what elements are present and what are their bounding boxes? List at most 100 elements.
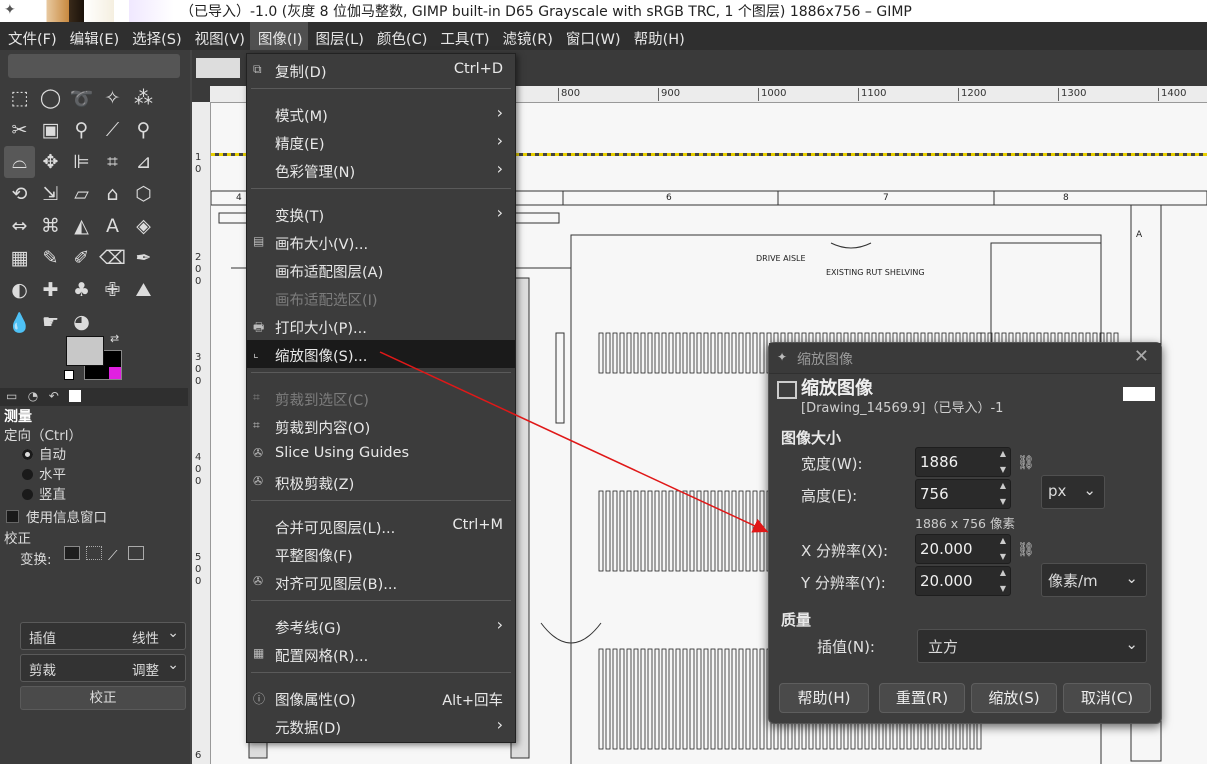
spin-down-icon[interactable]: ▼ (1000, 552, 1006, 561)
undo-history-tab-icon[interactable]: ↶ (49, 389, 59, 403)
transform-mode-icons[interactable]: ⟋ (64, 546, 150, 564)
scissors-icon[interactable]: ✂ (4, 114, 35, 146)
smudge-icon[interactable]: ☛ (35, 306, 66, 338)
menu-edit[interactable]: 编辑(E) (62, 22, 124, 50)
x-resolution-input[interactable]: 20.000 ▲ ▼ (915, 534, 1011, 564)
open-image-thumbnails[interactable] (24, 0, 174, 22)
y-resolution-input[interactable]: 20.000 ▲ ▼ (915, 566, 1011, 596)
radio-vertical[interactable]: 竖直 (22, 483, 66, 503)
use-info-window-checkbox[interactable]: 使用信息窗口 (6, 506, 107, 526)
menu-item-color-management[interactable]: 色彩管理(N) › (247, 156, 515, 184)
menu-view[interactable]: 视图(V) (187, 22, 250, 50)
tool-options-tab-icon[interactable]: ▭ (6, 389, 17, 403)
menu-item-image-properties[interactable]: ⓘ 图像属性(O) Alt+回车 (247, 684, 515, 712)
menu-layer[interactable]: 图层(L) (308, 22, 369, 50)
spin-down-icon[interactable]: ▼ (1000, 465, 1006, 474)
menu-colors[interactable]: 颜色(C) (369, 22, 432, 50)
menu-windows[interactable]: 窗口(W) (558, 22, 626, 50)
warp-icon[interactable]: ⌘ (35, 210, 66, 242)
lasso-icon[interactable]: ➰ (66, 82, 97, 114)
eraser-icon[interactable]: ⌫ (97, 242, 128, 274)
menu-item-canvas-size[interactable]: ▤ 画布大小(V)... (247, 228, 515, 256)
vertical-ruler[interactable]: 1 0 2 0 0 3 0 0 4 0 0 5 0 0 6 (192, 102, 211, 764)
radio-horizontal[interactable]: 水平 (22, 463, 66, 483)
close-icon[interactable]: ✕ (1134, 346, 1149, 367)
reset-colors-icon[interactable] (64, 370, 74, 380)
select-by-color-icon[interactable]: ⁂ (128, 82, 159, 114)
radio-auto[interactable]: 自动 (22, 443, 66, 463)
rotate-icon[interactable]: ⟲ (4, 178, 35, 210)
device-status-tab-icon[interactable]: ◔ (28, 389, 38, 403)
menu-item-precision[interactable]: 精度(E) › (247, 128, 515, 156)
align-icon[interactable]: ⊫ (66, 146, 97, 178)
menu-item-zealous-crop[interactable]: ✇ 积极剪裁(Z) (247, 468, 515, 496)
color-picker-icon[interactable]: ⟋ (97, 114, 128, 146)
menu-item-guides[interactable]: 参考线(G) › (247, 612, 515, 640)
bucket-fill-icon[interactable]: ◭ (66, 210, 97, 242)
menu-filters[interactable]: 滤镜(R) (495, 22, 558, 50)
flip-icon[interactable]: ⇔ (4, 210, 35, 242)
path-transform-icon[interactable]: ⟋ (108, 548, 122, 564)
pencil-icon[interactable]: ✎ (35, 242, 66, 274)
menu-item-fit-canvas-layers[interactable]: 画布适配图层(A) (247, 256, 515, 284)
menu-item-scale-image[interactable]: ⌞ 缩放图像(S)... (247, 340, 515, 368)
menu-item-transform[interactable]: 变换(T) › (247, 200, 515, 228)
paintbrush-icon[interactable]: ✐ (66, 242, 97, 274)
menu-item-flatten[interactable]: 平整图像(F) (247, 540, 515, 568)
spin-up-icon[interactable]: ▲ (1000, 449, 1006, 458)
menu-item-merge-visible[interactable]: 合并可见图层(L)... Ctrl+M (247, 512, 515, 540)
perspective-clone-icon[interactable]: ⛰ (128, 274, 159, 306)
heal-icon[interactable]: ✚ (35, 274, 66, 306)
menu-help[interactable]: 帮助(H) (626, 22, 690, 50)
chain-link-icon[interactable]: ⛓ (1017, 455, 1035, 471)
menu-item-metadata[interactable]: 元数据(D) › (247, 712, 515, 740)
cage-icon[interactable]: ⌂ (97, 178, 128, 210)
spin-up-icon[interactable]: ▲ (1000, 568, 1006, 577)
height-input[interactable]: 756 ▲ ▼ (915, 479, 1011, 509)
chain-link-icon[interactable]: ⛓ (1017, 542, 1035, 558)
bandage-icon[interactable]: ✙ (97, 274, 128, 306)
spin-up-icon[interactable]: ▲ (1000, 481, 1006, 490)
menu-item-crop-to-content[interactable]: ⌗ 剪裁到内容(O) (247, 412, 515, 440)
reset-button[interactable]: 重置(R) (879, 683, 965, 713)
interpolation-select[interactable]: 插值 线性 ⌄ (20, 622, 186, 650)
menu-item-slice-using-guides[interactable]: ✇ Slice Using Guides (247, 440, 515, 468)
spin-down-icon[interactable]: ▼ (1000, 584, 1006, 593)
crop-icon[interactable]: ⌗ (97, 146, 128, 178)
menu-item-configure-grid[interactable]: ▦ 配置网格(R)... (247, 640, 515, 668)
scale-button[interactable]: 缩放(S) (971, 683, 1057, 713)
image-transform-icon[interactable] (128, 546, 144, 560)
menu-tools[interactable]: 工具(T) (432, 22, 494, 50)
size-unit-select[interactable]: px ⌄ (1041, 475, 1105, 509)
help-button[interactable]: 帮助(H) (779, 683, 869, 713)
text-icon[interactable]: A (97, 210, 128, 242)
ellipse-select-icon[interactable]: ◯ (35, 82, 66, 114)
selection-transform-icon[interactable] (86, 546, 102, 560)
rect-select-icon[interactable]: ⬚ (4, 82, 35, 114)
ink-icon[interactable]: ◐ (4, 274, 35, 306)
unified-transform-icon[interactable]: ⊿ (128, 146, 159, 178)
layer-transform-icon[interactable] (64, 546, 80, 560)
foreground-color[interactable] (66, 336, 104, 366)
3d-transform-icon[interactable]: ⬡ (128, 178, 159, 210)
paths-icon[interactable]: ⚲ (66, 114, 97, 146)
spin-up-icon[interactable]: ▲ (1000, 536, 1006, 545)
menu-item-duplicate[interactable]: ⧉ 复制(D) Ctrl+D (247, 56, 515, 84)
fuzzy-select-icon[interactable]: ✧ (97, 82, 128, 114)
zoom-icon[interactable]: ⚲ (128, 114, 159, 146)
airbrush-icon[interactable]: ✒ (128, 242, 159, 274)
spin-down-icon[interactable]: ▼ (1000, 497, 1006, 506)
scale-icon[interactable]: ⇲ (35, 178, 66, 210)
straighten-button[interactable]: 校正 (20, 686, 186, 710)
clipping-select[interactable]: 剪裁 调整 ⌄ (20, 654, 186, 682)
measure-icon[interactable]: ⌓ (4, 146, 35, 178)
menu-item-mode[interactable]: 模式(M) › (247, 100, 515, 128)
gradient-icon[interactable]: ▦ (4, 242, 35, 274)
width-input[interactable]: 1886 ▲ ▼ (915, 447, 1011, 477)
dodge-burn-icon[interactable]: ◕ (66, 306, 97, 338)
paint-bucket-icon[interactable]: ◈ (128, 210, 159, 242)
shear-icon[interactable]: ▱ (66, 178, 97, 210)
move-icon[interactable]: ✥ (35, 146, 66, 178)
menu-item-align-visible[interactable]: ✇ 对齐可见图层(B)... (247, 568, 515, 596)
blur-icon[interactable]: 💧 (4, 306, 35, 338)
